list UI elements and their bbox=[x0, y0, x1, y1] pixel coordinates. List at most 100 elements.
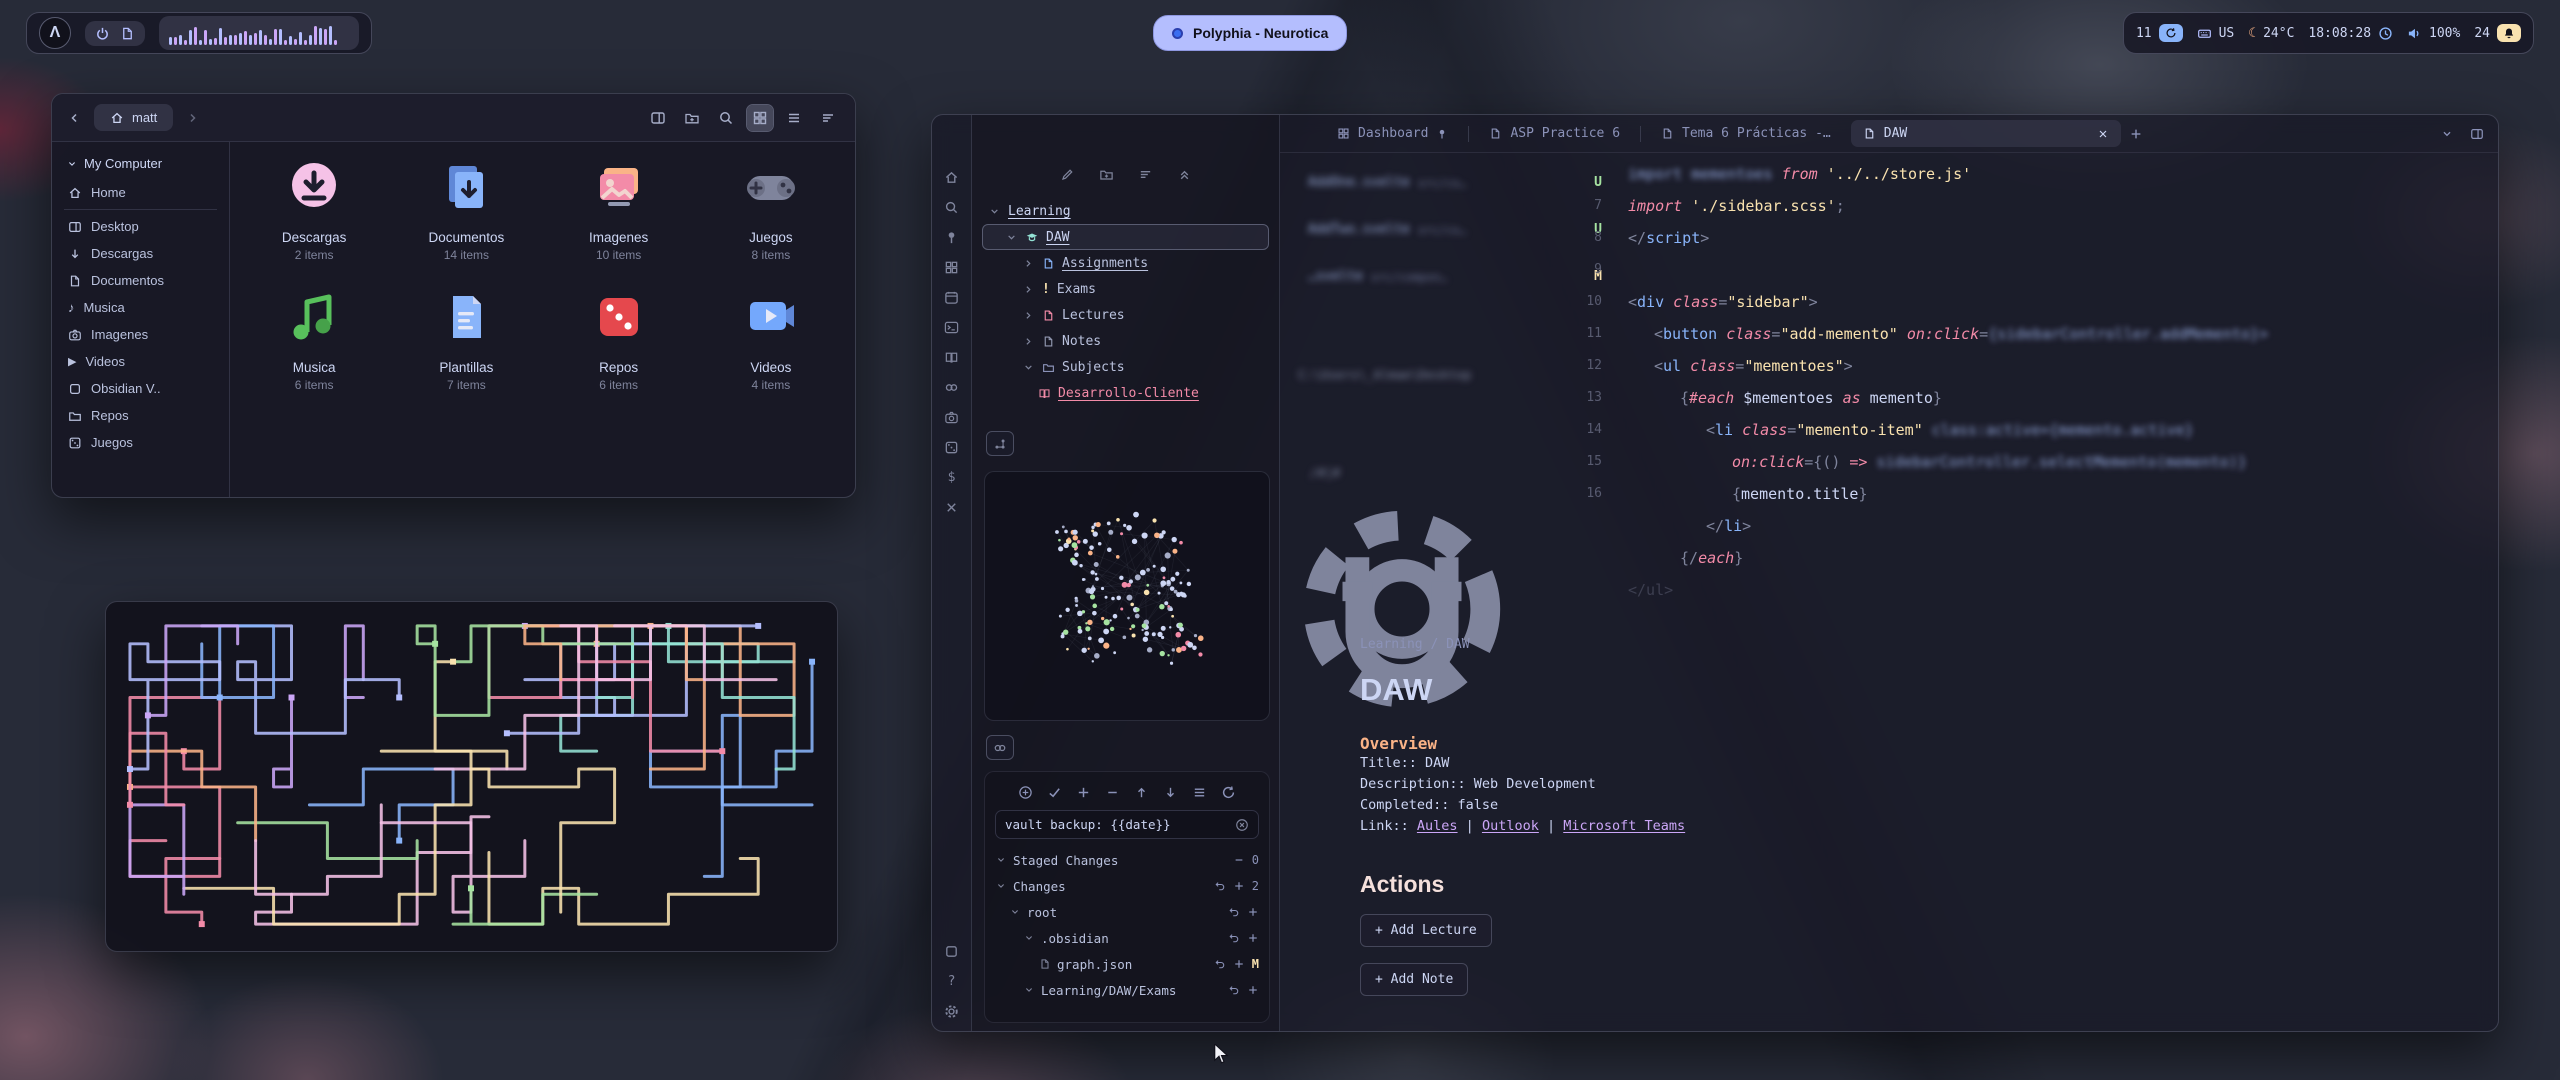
sidebar-item-documentos[interactable]: Documentos bbox=[60, 267, 221, 294]
forward-button[interactable] bbox=[185, 110, 201, 126]
clear-commit-icon[interactable] bbox=[1235, 818, 1249, 832]
book-icon[interactable] bbox=[944, 349, 960, 365]
tree-item-subjects[interactable]: Subjects bbox=[982, 354, 1269, 380]
media-widget[interactable]: Polyphia - Neurotica bbox=[1153, 15, 1347, 51]
folder-documentos[interactable]: Documentos 14 items bbox=[401, 158, 531, 262]
tree-item-lectures[interactable]: Lectures bbox=[982, 302, 1269, 328]
stage-icon[interactable] bbox=[1247, 984, 1259, 996]
commit-message-input[interactable] bbox=[1005, 817, 1229, 832]
weather-module[interactable]: ☾ 24°C bbox=[2248, 26, 2294, 41]
discard-icon[interactable] bbox=[1214, 958, 1226, 970]
grid-view-button[interactable] bbox=[747, 105, 773, 131]
folder-imagenes[interactable]: Imagenes 10 items bbox=[554, 158, 684, 262]
tree-item-assignments[interactable]: Assignments bbox=[982, 250, 1269, 276]
stage-icon[interactable] bbox=[1247, 932, 1259, 944]
graph-fork-button[interactable] bbox=[986, 431, 1014, 456]
git-pull-icon[interactable] bbox=[1163, 785, 1178, 800]
notifications-module[interactable]: 24 bbox=[2474, 24, 2521, 42]
add-note-button[interactable]: + Add Note bbox=[1360, 963, 1468, 996]
canvas-grid-icon[interactable] bbox=[944, 259, 960, 275]
git-row-graph-json[interactable]: graph.json M bbox=[995, 951, 1259, 977]
stage-icon[interactable] bbox=[1233, 880, 1245, 892]
sidebar-item-juegos[interactable]: Juegos bbox=[60, 429, 221, 456]
sidebar-item-repos[interactable]: Repos bbox=[60, 402, 221, 429]
discard-icon[interactable] bbox=[1228, 984, 1240, 996]
vault-home-icon[interactable] bbox=[944, 169, 960, 185]
settings-gear-icon[interactable] bbox=[944, 1003, 960, 1019]
back-button[interactable] bbox=[66, 110, 82, 126]
split-view-button[interactable] bbox=[645, 105, 671, 131]
add-lecture-button[interactable]: + Add Lecture bbox=[1360, 914, 1492, 947]
git-add-icon[interactable] bbox=[1076, 785, 1091, 800]
new-folder-button[interactable] bbox=[679, 105, 705, 131]
tab-asp-practice-6[interactable]: ASP Practice 6 bbox=[1477, 120, 1632, 147]
editor-content[interactable]: AddOne.svelte src/co… U AddTwo.svelte sr… bbox=[1280, 153, 2498, 1031]
camera-icon[interactable] bbox=[944, 409, 960, 425]
git-row-changes[interactable]: Changes 2 bbox=[995, 873, 1259, 899]
folder-videos[interactable]: Videos 4 items bbox=[706, 288, 836, 392]
tab-tema-6-practicas[interactable]: Tema 6 Prácticas -… bbox=[1649, 120, 1843, 147]
link-microsoft-teams[interactable]: Microsoft Teams bbox=[1563, 818, 1685, 834]
tab-dashboard[interactable]: Dashboard bbox=[1325, 120, 1460, 147]
keyboard-layout-module[interactable]: US bbox=[2197, 26, 2235, 41]
search-button[interactable] bbox=[713, 105, 739, 131]
updates-module[interactable]: 11 bbox=[2136, 24, 2183, 42]
linked-panel-button[interactable] bbox=[986, 735, 1014, 760]
sidebar-item-obsidian-vault[interactable]: Obsidian V.. bbox=[60, 375, 221, 402]
volume-module[interactable]: 100% bbox=[2407, 26, 2460, 41]
link-outlook[interactable]: Outlook bbox=[1482, 818, 1539, 834]
git-unstage-icon[interactable] bbox=[1105, 785, 1120, 800]
folder-plantillas[interactable]: Plantillas 7 items bbox=[401, 288, 531, 392]
code-editor[interactable]: import mementoes from '../../store.js'7i… bbox=[1566, 158, 2268, 606]
box-icon[interactable] bbox=[944, 943, 960, 959]
folder-repos[interactable]: Repos 6 items bbox=[554, 288, 684, 392]
dice-icon[interactable] bbox=[944, 439, 960, 455]
local-graph-panel[interactable] bbox=[984, 471, 1270, 721]
notes-icon[interactable] bbox=[120, 26, 135, 41]
search-icon[interactable] bbox=[944, 199, 960, 215]
sidebar-item-imagenes[interactable]: Imagenes bbox=[60, 321, 221, 348]
tree-item-desarrollo-cliente[interactable]: Desarrollo-Cliente bbox=[982, 380, 1269, 406]
breadcrumb[interactable]: matt bbox=[94, 104, 173, 131]
git-row-learning-daw-exams[interactable]: Learning/DAW/Exams bbox=[995, 977, 1259, 1003]
folder-descargas[interactable]: Descargas 2 items bbox=[249, 158, 379, 262]
new-folder-icon[interactable] bbox=[1099, 167, 1114, 182]
discard-icon[interactable] bbox=[1228, 906, 1240, 918]
help-icon[interactable]: ? bbox=[944, 973, 960, 989]
sort-icon[interactable] bbox=[1138, 167, 1153, 182]
launcher-button[interactable]: Λ bbox=[39, 17, 71, 49]
sidebar-item-desktop[interactable]: Desktop bbox=[60, 213, 221, 240]
tab-daw[interactable]: DAW bbox=[1851, 120, 2121, 147]
menu-button[interactable] bbox=[815, 105, 841, 131]
terminal-icon[interactable] bbox=[944, 319, 960, 335]
stage-icon[interactable] bbox=[1233, 958, 1245, 970]
stage-icon[interactable] bbox=[1247, 906, 1259, 918]
tab-list-chevron-icon[interactable] bbox=[2440, 127, 2454, 141]
folder-juegos[interactable]: Juegos 8 items bbox=[706, 158, 836, 262]
minus-icon[interactable] bbox=[1233, 854, 1245, 866]
git-row-obsidian-dir[interactable]: .obsidian bbox=[995, 925, 1259, 951]
sidebar-item-musica[interactable]: ♪Musica bbox=[60, 294, 221, 321]
git-push-icon[interactable] bbox=[1134, 785, 1149, 800]
sidebar-item-home[interactable]: Home bbox=[60, 179, 221, 206]
discard-icon[interactable] bbox=[1228, 932, 1240, 944]
split-editor-icon[interactable] bbox=[2470, 127, 2484, 141]
tree-item-exams[interactable]: ! Exams bbox=[982, 276, 1269, 302]
git-row-staged[interactable]: Staged Changes 0 bbox=[995, 847, 1259, 873]
git-row-root[interactable]: root bbox=[995, 899, 1259, 925]
new-note-icon[interactable] bbox=[1060, 167, 1075, 182]
new-tab-icon[interactable] bbox=[2129, 127, 2143, 141]
sidebar-item-descargas[interactable]: Descargas bbox=[60, 240, 221, 267]
tree-item-daw[interactable]: DAW bbox=[982, 224, 1269, 250]
tree-item-notes[interactable]: Notes bbox=[982, 328, 1269, 354]
dollar-icon[interactable]: $ bbox=[944, 469, 960, 485]
list-view-button[interactable] bbox=[781, 105, 807, 131]
git-list-icon[interactable] bbox=[1192, 785, 1207, 800]
link-rings-icon[interactable] bbox=[944, 379, 960, 395]
power-icon[interactable] bbox=[95, 26, 110, 41]
pin-icon[interactable] bbox=[944, 229, 960, 245]
close-tab-icon[interactable] bbox=[2097, 128, 2109, 140]
discard-icon[interactable] bbox=[1214, 880, 1226, 892]
git-commit-icon[interactable] bbox=[1047, 785, 1062, 800]
git-refresh-icon[interactable] bbox=[1221, 785, 1236, 800]
